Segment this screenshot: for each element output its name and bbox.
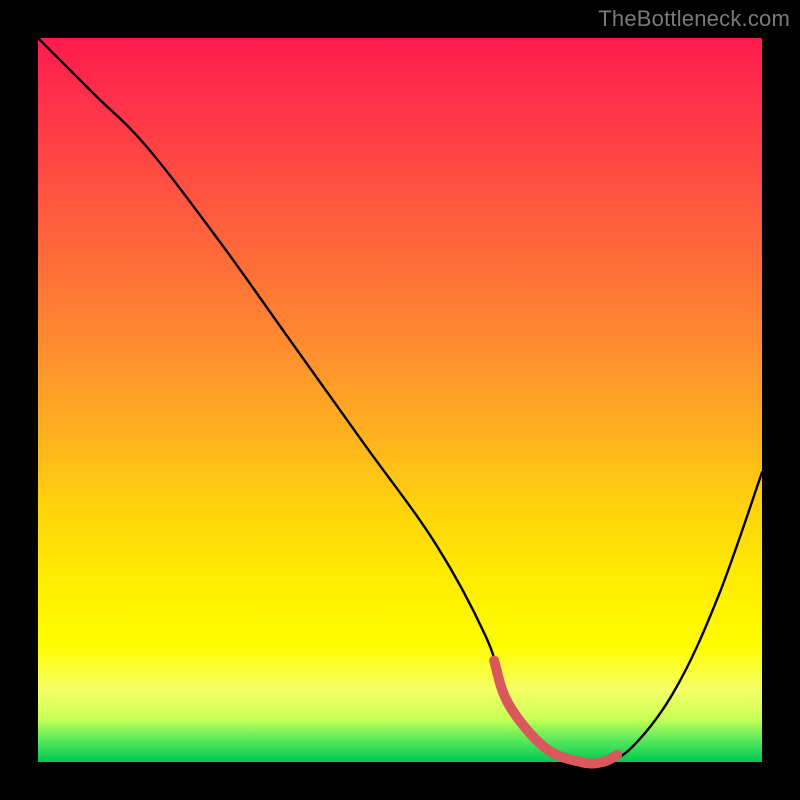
watermark-text: TheBottleneck.com bbox=[598, 6, 790, 32]
curve-layer bbox=[38, 38, 762, 762]
plot-area bbox=[38, 38, 762, 762]
chart-frame: TheBottleneck.com bbox=[0, 0, 800, 800]
bottleneck-curve bbox=[38, 38, 762, 764]
optimal-range-highlight bbox=[494, 661, 617, 764]
